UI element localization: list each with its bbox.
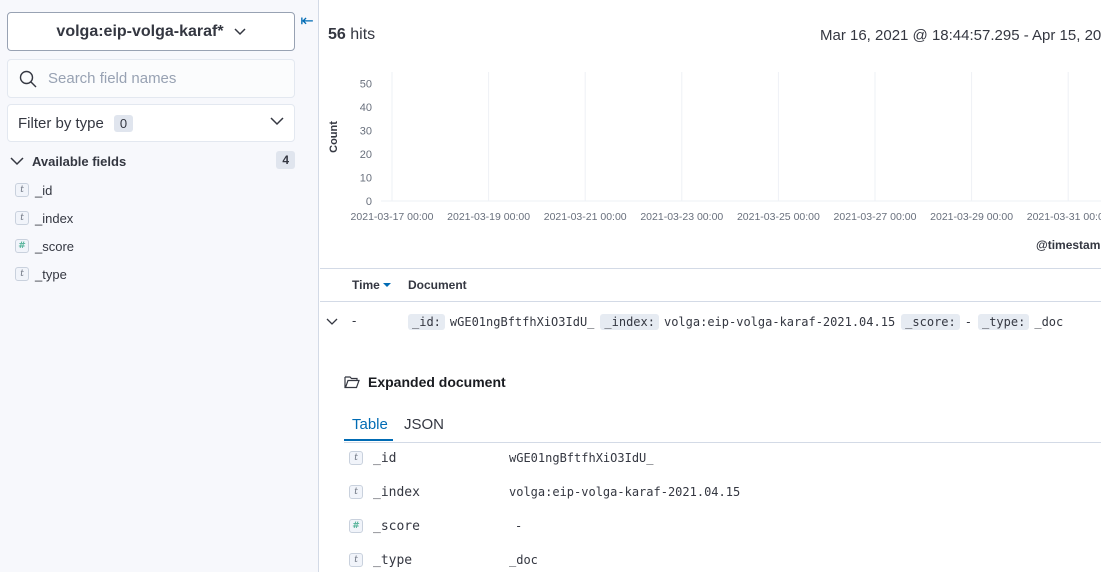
x-tick-label: 2021-03-23 00:00 [640, 211, 723, 223]
divider [320, 301, 1101, 302]
x-tick-label: 2021-03-29 00:00 [930, 211, 1013, 223]
folder-open-icon [344, 376, 360, 389]
filter-count-badge: 0 [113, 114, 134, 132]
available-fields-toggle[interactable]: Available fields 4 [10, 150, 295, 172]
doc-value-type: _doc [1034, 315, 1064, 329]
field-name: _index [35, 210, 74, 226]
field-item-id[interactable]: t _id [15, 180, 52, 200]
x-tick-label: 2021-03-25 00:00 [737, 211, 820, 223]
chevron-down-icon [270, 117, 284, 126]
field-item-type[interactable]: t _type [15, 264, 67, 284]
row-time-value: - [352, 313, 357, 328]
string-type-icon: t [15, 183, 29, 197]
expanded-field-value: volga:eip-volga-karaf-2021.04.15 [509, 485, 741, 499]
expanded-row-index: t _index [349, 482, 420, 502]
divider [320, 268, 1101, 269]
chevron-down-icon [326, 318, 338, 325]
collapse-sidebar-icon[interactable]: ⇤ [297, 12, 317, 32]
expanded-document-title: Expanded document [344, 374, 506, 390]
tab-json[interactable]: JSON [404, 416, 444, 433]
x-tick-label: 2021-03-31 00:00 [1027, 211, 1101, 223]
expanded-field-name: _index [373, 484, 420, 500]
index-pattern-selector[interactable]: volga:eip-volga-karaf* [7, 12, 295, 51]
document-view-tabs: Table JSON [344, 408, 1101, 443]
x-tick-label: 2021-03-17 00:00 [351, 211, 434, 223]
search-icon [8, 70, 48, 88]
expand-row-toggle[interactable] [326, 313, 338, 329]
y-tick-label: 40 [360, 102, 372, 114]
doc-key-score: _score: [901, 314, 960, 330]
y-tick-label: 20 [360, 149, 372, 161]
column-header-document: Document [408, 278, 467, 292]
y-tick-label: 10 [360, 173, 372, 185]
doc-key-type: _type: [977, 314, 1030, 330]
sort-down-icon [382, 283, 391, 287]
expanded-field-name: _id [373, 450, 397, 466]
x-tick-label: 2021-03-21 00:00 [544, 211, 627, 223]
expanded-row-id: t _id [349, 448, 396, 468]
field-item-index[interactable]: t _index [15, 208, 73, 228]
field-search-box[interactable] [7, 59, 295, 98]
expanded-field-value: - [515, 519, 523, 533]
available-fields-label: Available fields [32, 153, 127, 169]
row-document-summary: _id: wGE01ngBftfhXiO3IdU_ _index: volga:… [408, 314, 1069, 330]
x-tick-label: 2021-03-19 00:00 [447, 211, 530, 223]
active-tab-indicator [344, 439, 393, 441]
chevron-down-icon [10, 157, 24, 166]
string-type-icon: t [349, 485, 363, 499]
index-pattern-label: volga:eip-volga-karaf* [56, 22, 224, 40]
expanded-field-value: _doc [509, 553, 538, 567]
expanded-row-score: # _score [349, 516, 420, 536]
field-name: _type [35, 266, 67, 282]
doc-value-id: wGE01ngBftfhXiO3IdU_ [449, 315, 595, 329]
string-type-icon: t [15, 211, 29, 225]
hits-count: 56 [328, 26, 346, 43]
number-type-icon: # [15, 239, 29, 253]
field-name: _id [35, 182, 53, 198]
column-header-time-label: Time [352, 278, 380, 292]
doc-value-index: volga:eip-volga-karaf-2021.04.15 [663, 315, 896, 329]
string-type-icon: t [15, 267, 29, 281]
y-tick-label: 0 [366, 196, 372, 208]
x-tick-label: 2021-03-27 00:00 [834, 211, 917, 223]
histogram-chart: 0 10 20 30 40 50 2021-03-17 00:00 2021-03-19 0… [328, 72, 1101, 252]
string-type-icon: t [349, 553, 363, 567]
expanded-document-label: Expanded document [368, 374, 506, 390]
field-item-score[interactable]: # _score [15, 236, 74, 256]
available-fields-count-badge: 4 [276, 151, 295, 169]
x-axis-label: @timestamp [1036, 238, 1101, 252]
string-type-icon: t [349, 451, 363, 465]
y-axis-label: Count [328, 121, 340, 153]
expanded-field-name: _score [373, 518, 420, 534]
doc-key-index: _index: [600, 314, 659, 330]
tab-table[interactable]: Table [352, 416, 388, 433]
sidebar: volga:eip-volga-karaf* ⇤ Filter by type … [0, 0, 319, 572]
column-header-time[interactable]: Time [352, 278, 391, 292]
expanded-field-value: wGE01ngBftfhXiO3IdU_ [509, 451, 654, 465]
y-tick-label: 30 [360, 126, 372, 138]
expanded-field-name: _type [373, 552, 413, 568]
filter-by-type-button[interactable]: Filter by type 0 [7, 104, 295, 142]
time-range-label: Mar 16, 2021 @ 18:44:57.295 - Apr 15, 20… [820, 27, 1101, 44]
expanded-row-type: t _type [349, 550, 412, 570]
number-type-icon: # [349, 519, 363, 533]
chevron-down-icon [234, 27, 246, 35]
hits-label: hits [350, 26, 376, 43]
filter-by-type-label: Filter by type [18, 114, 104, 132]
doc-key-id: _id: [408, 314, 445, 330]
doc-value-score: - [964, 315, 972, 329]
search-field-names-input[interactable] [48, 70, 278, 87]
y-tick-label: 50 [360, 79, 372, 91]
field-name: _score [35, 238, 75, 254]
hits-counter: 56 hits [328, 26, 375, 44]
